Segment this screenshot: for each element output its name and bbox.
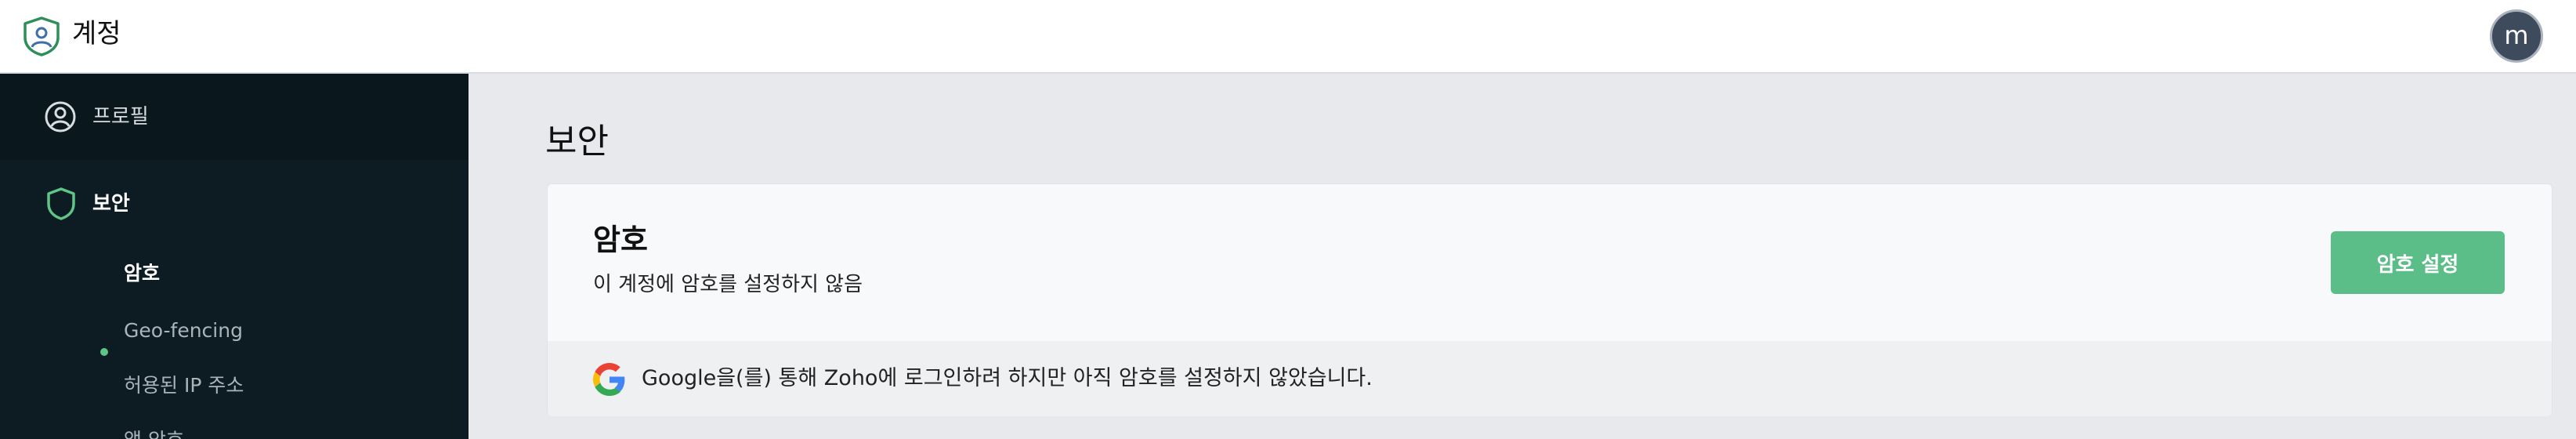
user-avatar[interactable]: m: [2490, 9, 2543, 63]
sidebar-subitem-password[interactable]: 암호: [124, 258, 160, 289]
user-circle-icon: [45, 101, 76, 132]
page-title: 보안: [545, 122, 609, 161]
google-notice-text: Google을(를) 통해 Zoho에 로그인하려 하지만 아직 암호를 설정하…: [642, 366, 1373, 390]
sidebar-item-profile[interactable]: 프로필: [0, 74, 469, 160]
google-notice: Google을(를) 통해 Zoho에 로그인하려 하지만 아직 암호를 설정하…: [548, 341, 2552, 416]
account-logo-icon[interactable]: [22, 16, 61, 56]
sidebar-subitem-geo-fencing[interactable]: Geo-fencing: [124, 315, 243, 346]
active-indicator-dot: [100, 348, 108, 356]
shield-icon: [47, 187, 75, 220]
app-title: 계정: [72, 18, 121, 49]
top-header: 계정 m: [0, 0, 2576, 74]
card-title: 암호: [593, 223, 648, 257]
card-description: 이 계정에 암호를 설정하지 않음: [593, 273, 863, 296]
sidebar-subitem-app-passwords[interactable]: 앱 암호: [124, 425, 184, 439]
sidebar: 프로필 보안 암호 Geo-fencing 허용된 IP 주소 앱 암호: [0, 74, 469, 439]
sidebar-item-label: 보안: [92, 192, 130, 216]
sidebar-item-security[interactable]: 보안: [0, 160, 469, 246]
set-password-button[interactable]: 암호 설정: [2331, 231, 2505, 294]
sidebar-item-label: 프로필: [92, 105, 149, 129]
sidebar-subitem-allowed-ip[interactable]: 허용된 IP 주소: [124, 370, 244, 401]
password-card: 암호 이 계정에 암호를 설정하지 않음 암호 설정 Google을(를) 통해…: [547, 183, 2552, 416]
google-icon: [593, 363, 625, 396]
